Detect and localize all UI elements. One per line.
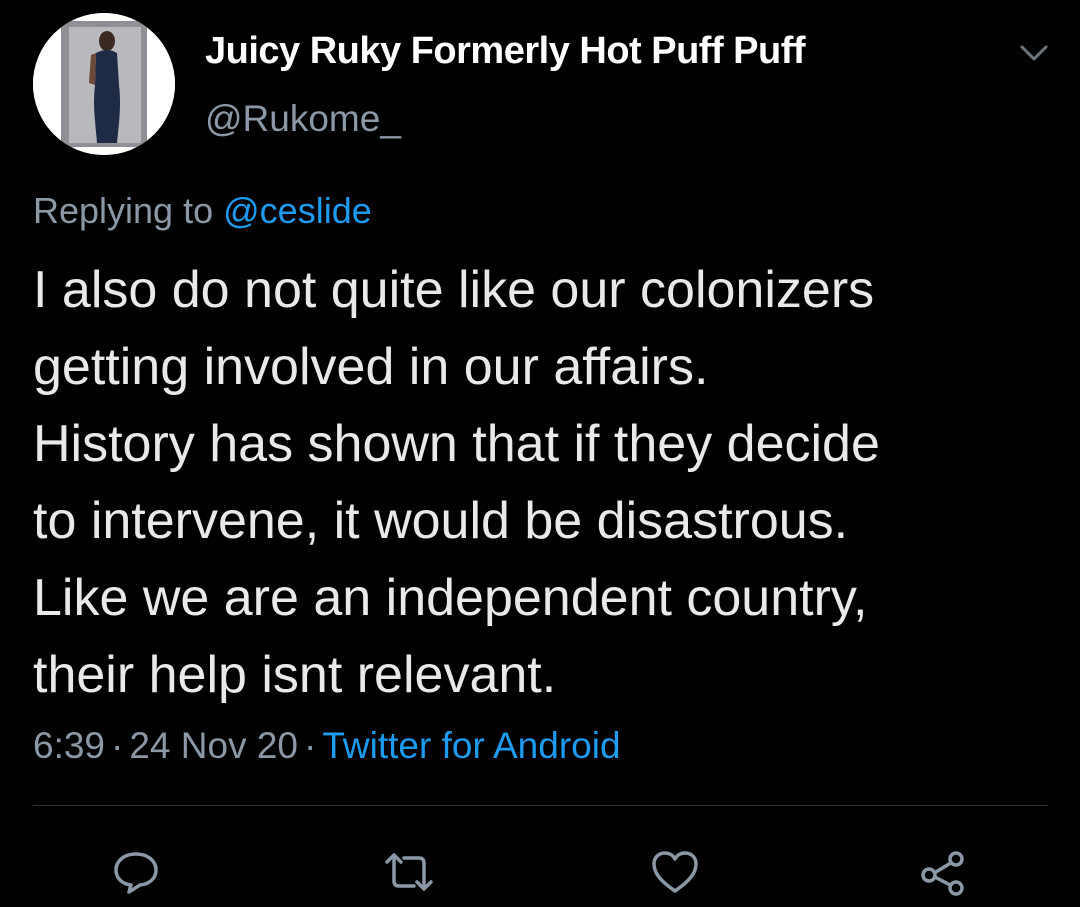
display-name[interactable]: Juicy Ruky Formerly Hot Puff Puff bbox=[205, 30, 806, 73]
reply-icon[interactable] bbox=[109, 845, 163, 899]
tweet-date: 24 Nov 20 bbox=[129, 725, 299, 766]
share-icon[interactable] bbox=[916, 845, 970, 899]
retweet-icon[interactable] bbox=[382, 845, 436, 899]
tweet-text-line: getting involved in our affairs. bbox=[33, 338, 709, 396]
chevron-down-icon[interactable] bbox=[1012, 36, 1056, 70]
tweet-text-line: I also do not quite like our colonizers bbox=[33, 261, 875, 319]
tweet-text-line: to intervene, it would be disastrous. bbox=[33, 492, 849, 550]
tweet-source[interactable]: Twitter for Android bbox=[322, 725, 620, 766]
replying-to-mention[interactable]: @ceslide bbox=[223, 190, 372, 231]
tweet-meta: 6:39 · 24 Nov 20 · Twitter for Android bbox=[33, 725, 621, 767]
tweet-text: I also do not quite like our colonizers … bbox=[33, 252, 1053, 714]
user-handle[interactable]: @Rukome_ bbox=[205, 98, 401, 140]
tweet-text-line: History has shown that if they decide bbox=[33, 415, 880, 473]
tweet-text-line: their help isnt relevant. bbox=[33, 646, 557, 704]
avatar[interactable] bbox=[33, 13, 175, 155]
tweet-time: 6:39 bbox=[33, 725, 106, 766]
replying-to-label: Replying to bbox=[33, 190, 214, 231]
divider bbox=[33, 805, 1048, 806]
like-icon[interactable] bbox=[648, 845, 702, 899]
tweet-text-line: Like we are an independent country, bbox=[33, 569, 868, 627]
meta-separator: · bbox=[111, 725, 124, 766]
tweet: Juicy Ruky Formerly Hot Puff Puff @Rukom… bbox=[0, 0, 1080, 907]
meta-separator: · bbox=[304, 725, 317, 766]
replying-to: Replying to @ceslide bbox=[33, 190, 372, 232]
